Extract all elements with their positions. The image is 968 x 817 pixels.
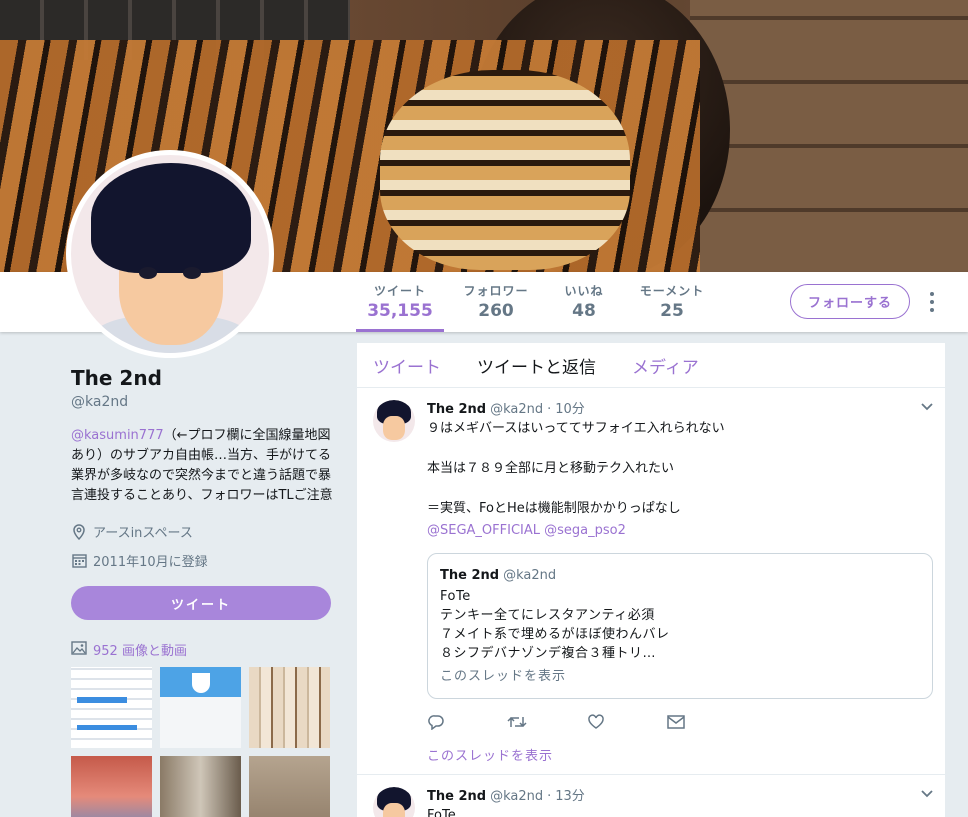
stat-value: 35,155 [367, 301, 433, 321]
tweet-header: The 2nd @ka2nd · 10分 [427, 398, 933, 417]
quoted-line: ８シフデバナゾンデ複合３種トリ… [440, 646, 657, 661]
tweet-avatar[interactable] [373, 787, 415, 817]
quoted-tweet-text: FoTe テンキー全てにレスタアンティ必須 ７メイト系で埋めるがほぼ使わんバレ … [440, 587, 920, 663]
direct-message-button[interactable] [667, 713, 747, 731]
timeline: ツイート ツイートと返信 メディア The 2nd @ka2nd · 10分 ９… [357, 343, 945, 817]
stat-value: 25 [660, 301, 684, 321]
tweet-text: ９はメギバースはいっててサフォイエ入れられない 本当は７８９全部に月と移動テク入… [427, 421, 725, 516]
tweet-actions [427, 713, 933, 731]
banner-tiger-head [380, 70, 630, 270]
tweet-timestamp[interactable]: 13分 [555, 785, 585, 804]
media-thumbnail[interactable] [160, 756, 241, 817]
show-thread-link[interactable]: このスレッドを表示 [427, 745, 933, 764]
calendar-icon [71, 553, 87, 569]
profile-handle[interactable]: @ka2nd [71, 394, 333, 410]
nav-stat-likes[interactable]: いいね 48 [548, 282, 620, 332]
tweet[interactable]: The 2nd @ka2nd · 13分 FoTe [357, 775, 945, 817]
joined-text: 2011年10月に登録 [93, 555, 208, 570]
quoted-line: テンキー全てにレスタアンティ必須 [440, 608, 655, 623]
media-link-label: 952 画像と動画 [93, 644, 187, 659]
nav-stat-followers[interactable]: フォロワー 260 [452, 282, 540, 332]
quoted-author-name: The 2nd [440, 568, 500, 583]
chevron-down-icon[interactable] [921, 787, 933, 799]
tweet-separator: · [547, 789, 552, 804]
nav-stat-tweets[interactable]: ツイート 35,155 [356, 282, 444, 332]
media-thumbnail[interactable] [160, 667, 241, 748]
stat-label: ツイート [373, 284, 426, 298]
quoted-tweet-header: The 2nd @ka2nd [440, 566, 920, 585]
nav-stat-moments[interactable]: モーメント 25 [630, 282, 714, 332]
tweet-timestamp[interactable]: 10分 [555, 398, 585, 417]
profile-avatar[interactable] [66, 150, 274, 358]
quoted-line: FoTe [440, 589, 471, 604]
reply-icon [428, 715, 444, 730]
tweet-text: FoTe [427, 808, 456, 817]
tab-tweets[interactable]: ツイート [373, 353, 441, 378]
chevron-down-icon[interactable] [921, 400, 933, 412]
quoted-show-thread-link[interactable]: このスレッドを表示 [440, 667, 920, 686]
bio-mention-link[interactable]: @kasumin777 [71, 428, 164, 443]
location-text: アースinスペース [93, 526, 193, 541]
retweet-button[interactable] [507, 713, 587, 731]
stat-value: 260 [478, 301, 514, 321]
stat-label: いいね [564, 284, 604, 298]
banner-wood [690, 0, 968, 272]
media-thumbnail[interactable] [71, 756, 152, 817]
location-pin-icon [71, 523, 87, 540]
quoted-author-handle: @ka2nd [503, 568, 557, 583]
profile-sidebar: The 2nd @ka2nd @kasumin777（←プロフ欄に全国線量地図あ… [71, 366, 333, 817]
tab-media[interactable]: メディア [632, 353, 699, 378]
tweet-author-name[interactable]: The 2nd [427, 402, 486, 417]
tweet-author-name[interactable]: The 2nd [427, 789, 486, 804]
tweet-separator: · [547, 402, 552, 417]
quoted-line: ７メイト系で埋めるがほぼ使わんバレ [440, 627, 670, 642]
profile-joined: 2011年10月に登録 [71, 551, 333, 570]
media-thumbnail[interactable] [71, 667, 152, 748]
tweet-author-handle[interactable]: @ka2nd [490, 402, 543, 417]
quoted-tweet[interactable]: The 2nd @ka2nd FoTe テンキー全てにレスタアンティ必須 ７メイト… [427, 553, 933, 699]
retweet-icon [507, 716, 527, 728]
profile-location: アースinスペース [71, 522, 333, 541]
profile-bio: @kasumin777（←プロフ欄に全国線量地図あり）のサブアカ自由帳…当方、手… [71, 426, 333, 506]
more-options-icon[interactable] [926, 292, 938, 312]
image-icon [71, 640, 87, 659]
tweet[interactable]: The 2nd @ka2nd · 10分 ９はメギバースはいっててサフォイエ入れ… [357, 388, 945, 775]
tweet-to-button[interactable]: ツイート [71, 586, 331, 620]
photos-videos-link[interactable]: 952 画像と動画 [71, 640, 333, 659]
tweet-mentions[interactable]: @SEGA_OFFICIAL @sega_pso2 [427, 521, 933, 541]
timeline-tabs: ツイート ツイートと返信 メディア [357, 343, 945, 388]
media-thumbnail-grid [71, 667, 333, 817]
stat-value: 48 [572, 301, 596, 321]
stat-label: フォロワー [463, 284, 529, 298]
profile-name[interactable]: The 2nd [71, 366, 333, 390]
follow-button[interactable]: フォローする [790, 284, 910, 319]
like-button[interactable] [587, 713, 667, 731]
heart-icon [588, 714, 604, 729]
reply-button[interactable] [427, 713, 507, 731]
tweet-header: The 2nd @ka2nd · 13分 [427, 785, 933, 804]
tab-tweets-and-replies[interactable]: ツイートと返信 [477, 353, 596, 378]
media-thumbnail[interactable] [249, 756, 330, 817]
envelope-icon [667, 715, 685, 729]
tweet-author-handle[interactable]: @ka2nd [490, 789, 543, 804]
tweet-avatar[interactable] [373, 400, 415, 442]
stat-label: モーメント [639, 284, 705, 298]
media-thumbnail[interactable] [249, 667, 330, 748]
